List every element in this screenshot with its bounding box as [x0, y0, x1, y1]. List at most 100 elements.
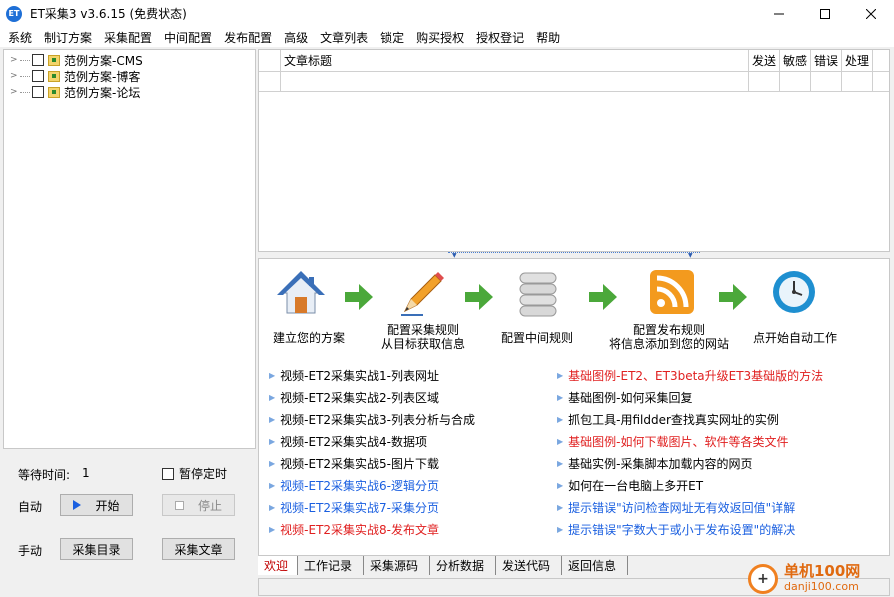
tab-collect-source[interactable]: 采集源码: [364, 556, 430, 575]
tutorial-link[interactable]: ▶ 基础图例-如何下载图片、软件等各类文件: [557, 433, 789, 450]
link-text[interactable]: 基础实例-采集脚本加载内容的网页: [568, 455, 752, 472]
tab-welcome[interactable]: 欢迎: [258, 556, 298, 575]
expand-icon[interactable]: >: [10, 71, 20, 81]
collect-article-button[interactable]: 采集文章: [162, 538, 235, 560]
minimize-button[interactable]: [756, 0, 802, 27]
maximize-button[interactable]: [802, 0, 848, 27]
tutorial-link[interactable]: ▶ 提示错误"访问检查网址无有效返回值"详解: [557, 499, 795, 516]
link-text[interactable]: 基础图例-ET2、ET3beta升级ET3基础版的方法: [568, 367, 823, 384]
tutorial-link[interactable]: ▶ 视频-ET2采集实战8-发布文章: [269, 521, 439, 538]
link-text[interactable]: 视频-ET2采集实战4-数据项: [280, 433, 427, 450]
tree-checkbox[interactable]: [32, 70, 44, 82]
table-cell: [749, 72, 780, 91]
bullet-icon: ▶: [557, 459, 564, 468]
watermark-logo-icon: +: [748, 563, 778, 594]
step-label-line: 配置发布规则: [632, 323, 705, 337]
app-icon: ET: [6, 5, 22, 22]
clock-icon[interactable]: [771, 269, 817, 315]
link-text[interactable]: 视频-ET2采集实战3-列表分析与合成: [280, 411, 475, 428]
table-header: 文章标题 发送 敏感 错误 处理: [259, 50, 889, 72]
column-process[interactable]: 处理: [842, 50, 873, 71]
tutorial-link[interactable]: ▶ 基础图例-如何采集回复: [557, 389, 693, 406]
watermark: + 单机100网 danji100.com: [748, 560, 894, 597]
tutorial-link[interactable]: ▶ 视频-ET2采集实战6-逻辑分页: [269, 477, 439, 494]
title-bar: ET ET采集3 v3.6.15 (免费状态): [0, 0, 894, 27]
tutorial-link[interactable]: ▶ 抓包工具-用fildder查找真实网址的实例: [557, 411, 779, 428]
tutorial-link[interactable]: ▶ 视频-ET2采集实战4-数据项: [269, 433, 427, 450]
start-button[interactable]: 开始: [60, 494, 133, 516]
column-send[interactable]: 发送: [749, 50, 780, 71]
collect-directory-button[interactable]: 采集目录: [60, 538, 133, 560]
link-text[interactable]: 如何在一台电脑上多开ET: [568, 477, 703, 494]
step-label-start-work: 点开始自动工作: [752, 331, 837, 345]
link-text[interactable]: 视频-ET2采集实战5-图片下载: [280, 455, 439, 472]
tutorial-link[interactable]: ▶ 如何在一台电脑上多开ET: [557, 477, 703, 494]
link-text[interactable]: 抓包工具-用fildder查找真实网址的实例: [568, 411, 779, 428]
column-article-title[interactable]: 文章标题: [281, 50, 749, 71]
column-sensitive[interactable]: 敏感: [780, 50, 811, 71]
tutorial-link[interactable]: ▶ 视频-ET2采集实战5-图片下载: [269, 455, 439, 472]
tutorial-link[interactable]: ▶ 基础图例-ET2、ET3beta升级ET3基础版的方法: [557, 367, 823, 384]
link-text[interactable]: 提示错误"访问检查网址无有效返回值"详解: [568, 499, 795, 516]
tree-item-label: 范例方案-论坛: [64, 85, 141, 100]
tree-checkbox[interactable]: [32, 86, 44, 98]
tab-analysis-data[interactable]: 分析数据: [430, 556, 496, 575]
tree-item[interactable]: > 范例方案-CMS: [4, 52, 143, 68]
menu-system[interactable]: 系统: [0, 29, 38, 46]
link-text[interactable]: 视频-ET2采集实战8-发布文章: [280, 521, 439, 538]
tutorial-link[interactable]: ▶ 基础实例-采集脚本加载内容的网页: [557, 455, 753, 472]
stop-button[interactable]: 停止: [162, 494, 235, 516]
menu-article-list[interactable]: 文章列表: [314, 29, 374, 46]
tutorial-link[interactable]: ▶ 视频-ET2采集实战2-列表区域: [269, 389, 439, 406]
tab-send-code[interactable]: 发送代码: [496, 556, 562, 575]
tree-item[interactable]: > 范例方案-博客: [4, 68, 140, 84]
close-button[interactable]: [848, 0, 894, 27]
tab-return-info[interactable]: 返回信息: [562, 556, 628, 575]
table-row[interactable]: [259, 72, 889, 92]
menu-buy-license[interactable]: 购买授权: [410, 29, 470, 46]
link-text[interactable]: 提示错误"字数大于或小于发布设置"的解决: [568, 521, 795, 538]
maximize-icon: [820, 8, 830, 19]
link-text[interactable]: 基础图例-如何采集回复: [568, 389, 692, 406]
tutorial-link[interactable]: ▶ 提示错误"字数大于或小于发布设置"的解决: [557, 521, 795, 538]
menu-lock[interactable]: 锁定: [374, 29, 410, 46]
plan-tree[interactable]: > 范例方案-CMS > 范例方案-博客 > 范例方案-论坛: [3, 49, 256, 449]
tutorial-link[interactable]: ▶ 视频-ET2采集实战3-列表分析与合成: [269, 411, 475, 428]
menu-middle-config[interactable]: 中间配置: [158, 29, 218, 46]
menu-make-plan[interactable]: 制订方案: [38, 29, 98, 46]
pause-timer-checkbox[interactable]: 暂停定时: [162, 465, 227, 482]
step-label-line: 从目标获取信息: [380, 337, 465, 351]
pencil-icon[interactable]: [397, 269, 447, 319]
home-icon[interactable]: [277, 269, 325, 317]
link-text[interactable]: 视频-ET2采集实战6-逻辑分页: [280, 477, 439, 494]
start-button-label: 开始: [95, 498, 120, 513]
tree-checkbox[interactable]: [32, 54, 44, 66]
link-text[interactable]: 视频-ET2采集实战2-列表区域: [280, 389, 439, 406]
stop-icon: [174, 500, 184, 510]
article-table[interactable]: 文章标题 发送 敏感 错误 处理: [258, 49, 890, 252]
bullet-icon: ▶: [269, 459, 276, 468]
menu-advanced[interactable]: 高级: [278, 29, 314, 46]
database-icon[interactable]: [517, 269, 559, 319]
menu-publish-config[interactable]: 发布配置: [218, 29, 278, 46]
tab-work-log[interactable]: 工作记录: [298, 556, 364, 575]
tutorial-link[interactable]: ▶ 视频-ET2采集实战1-列表网址: [269, 367, 439, 384]
step-label-line: 配置采集规则: [386, 323, 459, 337]
column-error[interactable]: 错误: [811, 50, 842, 71]
link-text[interactable]: 基础图例-如何下载图片、软件等各类文件: [568, 433, 788, 450]
menu-collect-config[interactable]: 采集配置: [98, 29, 158, 46]
tree-item[interactable]: > 范例方案-论坛: [4, 84, 140, 100]
rss-icon[interactable]: [649, 269, 695, 315]
expand-icon[interactable]: >: [10, 87, 20, 97]
pause-checkbox-box[interactable]: [162, 467, 174, 480]
control-panel: 等待时间: 1 暂停定时 自动 开始 停止 手动 采集目录 采集文章: [0, 452, 258, 580]
menu-help[interactable]: 帮助: [530, 29, 566, 46]
menu-register-license[interactable]: 授权登记: [470, 29, 530, 46]
tree-item-label: 范例方案-博客: [64, 69, 141, 84]
link-text[interactable]: 视频-ET2采集实战1-列表网址: [280, 367, 439, 384]
watermark-line1: 单机100网: [784, 561, 861, 580]
auto-label: 自动: [18, 500, 43, 514]
expand-icon[interactable]: >: [10, 55, 20, 65]
link-text[interactable]: 视频-ET2采集实战7-采集分页: [280, 499, 439, 516]
tutorial-link[interactable]: ▶ 视频-ET2采集实战7-采集分页: [269, 499, 439, 516]
